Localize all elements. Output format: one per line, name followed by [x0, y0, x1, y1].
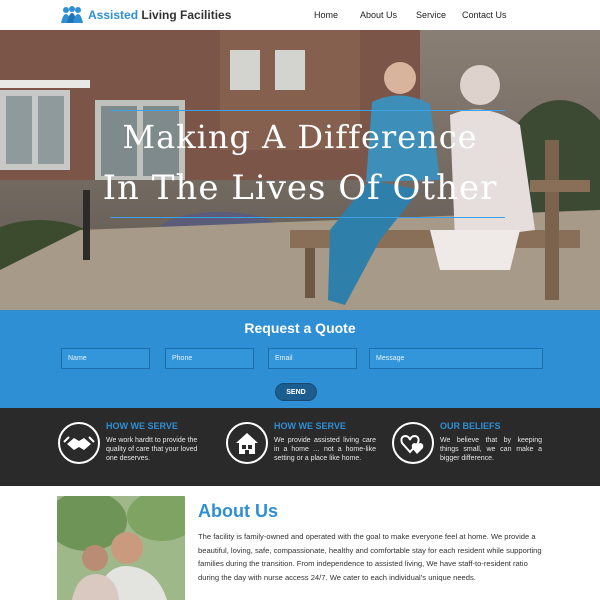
- logo[interactable]: Assisted Living Facilities: [60, 5, 231, 25]
- people-logo-icon: [60, 5, 84, 25]
- handshake-icon: [58, 422, 100, 464]
- site-header: Assisted Living Facilities Home About Us…: [0, 0, 600, 30]
- message-input[interactable]: Message: [369, 348, 543, 369]
- feature-how-we-serve-2: HOW WE SERVE We provide assisted living …: [226, 408, 376, 486]
- about-section: About Us The facility is family-owned an…: [0, 486, 600, 600]
- hero-banner: Making A Difference In The Lives Of Othe…: [0, 30, 600, 310]
- hero-title-line1: Making A Difference: [122, 118, 478, 156]
- nav-home[interactable]: Home: [314, 10, 338, 20]
- hearts-icon: [392, 422, 434, 464]
- feature-text: We work hardtt to provide the quality of…: [106, 437, 198, 462]
- logo-text: Assisted Living Facilities: [88, 8, 231, 22]
- feature-our-beliefs: OUR BELIEFS We believe that by keeping t…: [392, 408, 542, 486]
- feature-text: We believe that by keeping things small,…: [440, 437, 542, 462]
- email-input[interactable]: Email: [268, 348, 357, 369]
- features-band: HOW WE SERVE We work hardtt to provide t…: [0, 408, 600, 486]
- feature-title: HOW WE SERVE: [274, 421, 346, 431]
- nav-service[interactable]: Service: [416, 10, 446, 20]
- logo-text-main: Living Facilities: [141, 8, 232, 22]
- nav-contact-us[interactable]: Contact Us: [462, 10, 507, 20]
- feature-title: OUR BELIEFS: [440, 421, 501, 431]
- feature-text: We provide assisted living care in a hom…: [274, 437, 376, 462]
- send-button[interactable]: SEND: [275, 383, 317, 401]
- phone-input[interactable]: Phone: [165, 348, 254, 369]
- feature-how-we-serve-1: HOW WE SERVE We work hardtt to provide t…: [58, 408, 208, 486]
- hero-title-line2: In The Lives Of Other: [102, 168, 498, 208]
- quote-section: Request a Quote Name Phone Email Message…: [0, 310, 600, 408]
- nav-about-us[interactable]: About Us: [360, 10, 397, 20]
- about-title: About Us: [198, 501, 278, 521]
- quote-title: Request a Quote: [244, 320, 356, 336]
- about-text: The facility is family-owned and operate…: [198, 532, 542, 582]
- name-input[interactable]: Name: [61, 348, 150, 369]
- logo-text-accent: Assisted: [88, 8, 139, 22]
- feature-title: HOW WE SERVE: [106, 421, 178, 431]
- hero-divider-top: [110, 110, 505, 111]
- hero-divider-bottom: [110, 217, 505, 218]
- about-photo: [57, 496, 185, 600]
- house-icon: [226, 422, 268, 464]
